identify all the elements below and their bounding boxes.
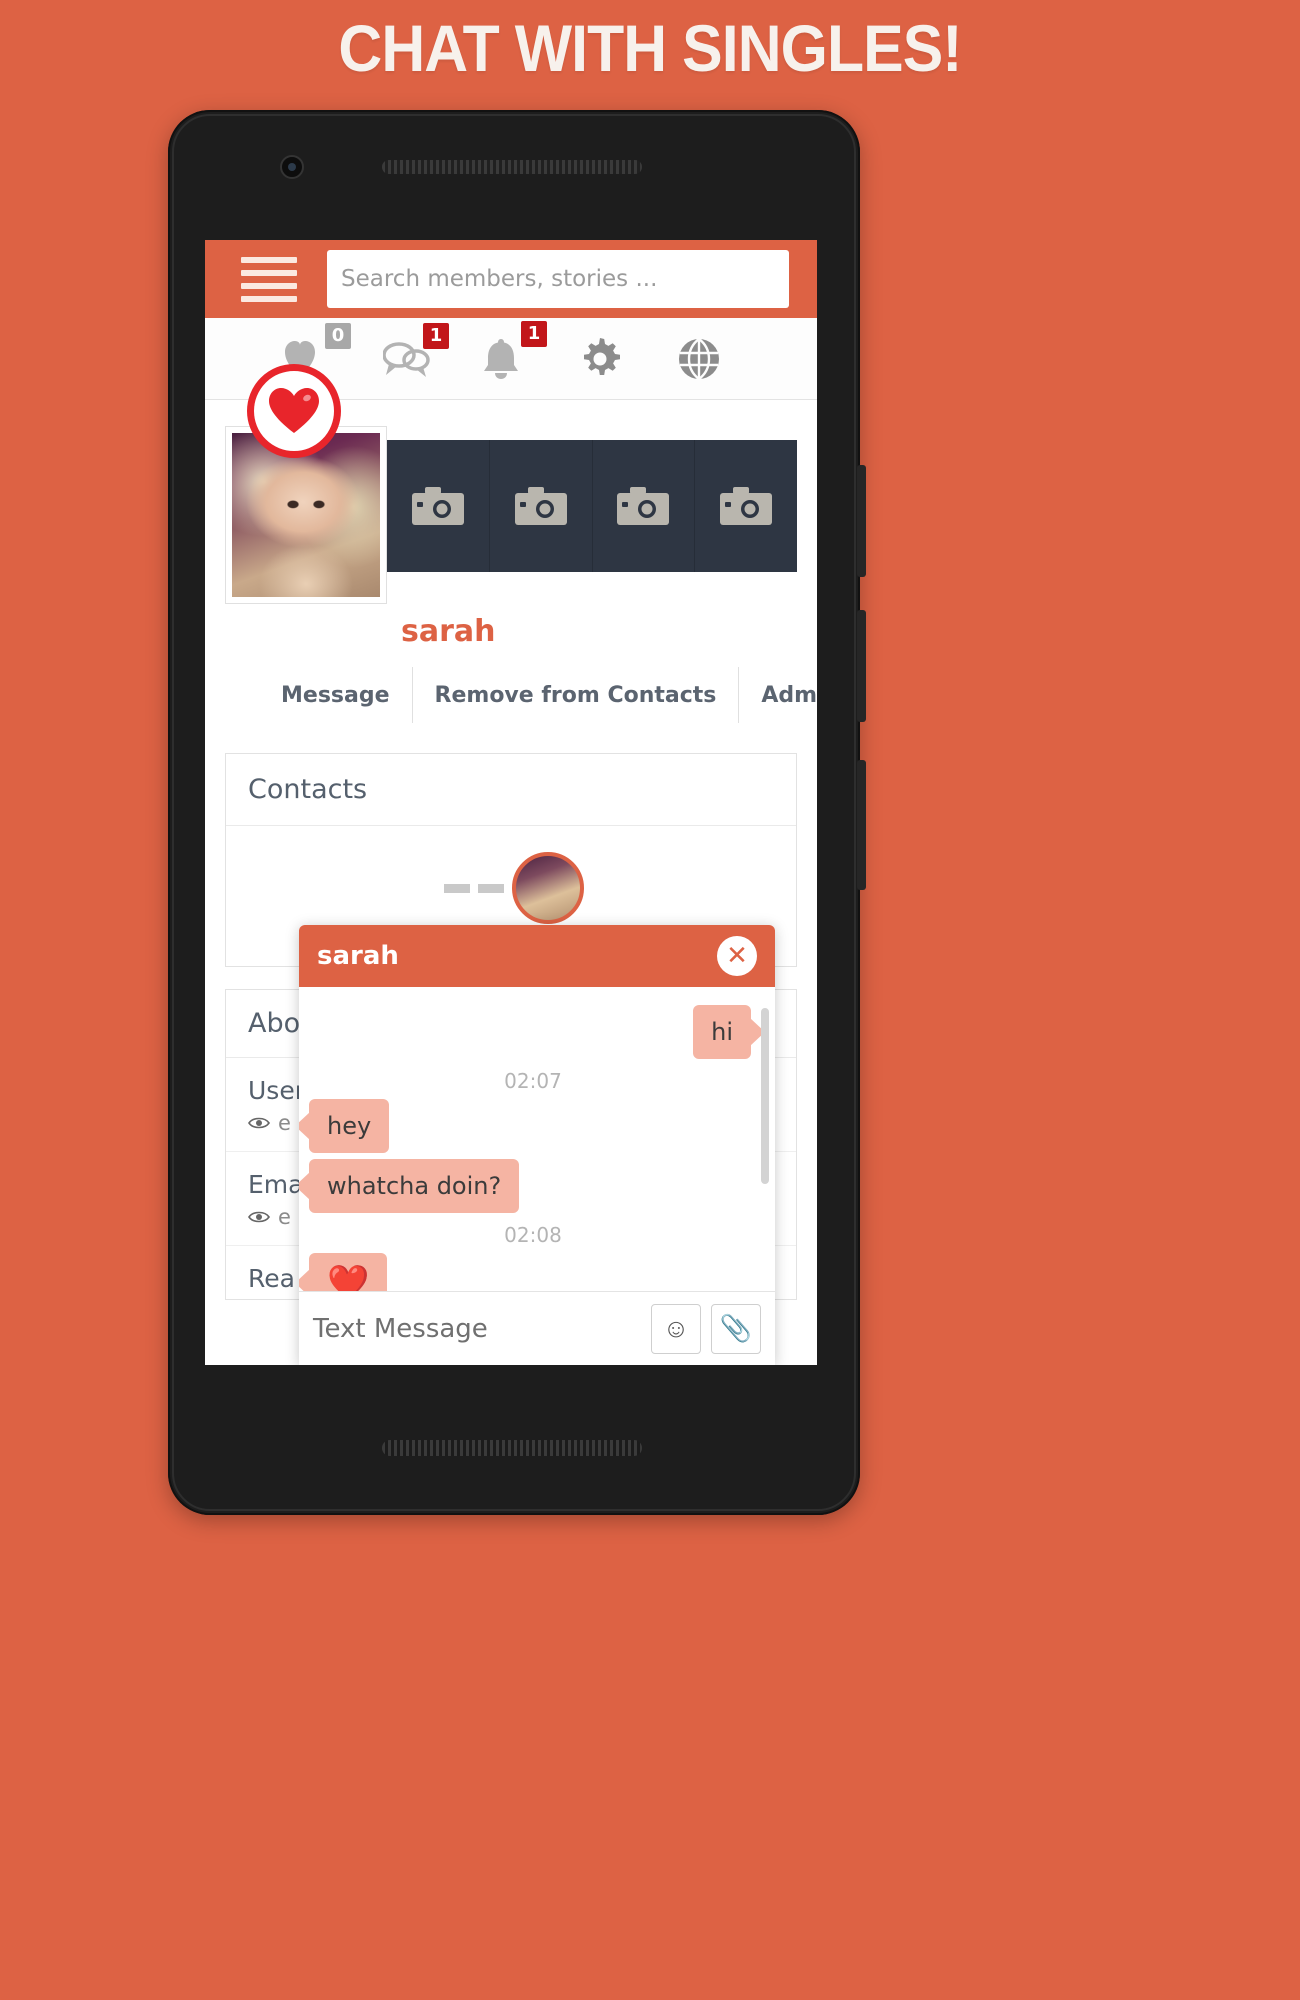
profile-photo: [232, 433, 380, 597]
toolbar-item-network[interactable]: [677, 336, 775, 381]
chat-timestamp: 02:07: [504, 1069, 562, 1093]
profile-action-bar: Message Remove from Contacts Admin Tools…: [281, 667, 817, 723]
messages-badge: 1: [423, 322, 449, 349]
chat-timestamp: 02:08: [504, 1223, 562, 1247]
bottom-speaker: [382, 1440, 642, 1456]
chat-message-list: hi 02:07 hey whatcha doin? 02:08 ❤️: [299, 987, 775, 1291]
favorite-heart-badge[interactable]: [247, 364, 341, 458]
remove-from-contacts-button[interactable]: Remove from Contacts: [413, 667, 740, 723]
chat-bubble-incoming: whatcha doin?: [309, 1159, 520, 1213]
eye-icon: [248, 1117, 270, 1129]
photo-thumbnail[interactable]: [489, 440, 593, 572]
toolbar-item-notifications[interactable]: 1: [481, 320, 579, 381]
photo-thumbnails: [387, 440, 797, 572]
chat-message-row: whatcha doin?: [309, 1159, 757, 1213]
about-row-sub-text: e: [278, 1205, 291, 1229]
app-header: Search members, stories ...: [205, 240, 817, 318]
search-input[interactable]: Search members, stories ...: [327, 250, 789, 308]
power-button[interactable]: [857, 760, 866, 890]
chat-title: sarah: [317, 941, 399, 971]
chat-scrollbar-thumb[interactable]: [761, 1008, 769, 1185]
profile-name-row: sarah: [401, 614, 797, 649]
emoji-icon[interactable]: ☺: [651, 1303, 701, 1354]
heart-icon: [269, 388, 319, 433]
chat-bubble-incoming-emoji: ❤️: [309, 1253, 388, 1291]
gear-icon: [584, 337, 620, 375]
chat-message-input[interactable]: Text Message: [313, 1314, 641, 1344]
hamburger-icon[interactable]: [241, 256, 297, 302]
page-title: CHAT WITH SINGLES!: [338, 11, 962, 85]
eye-icon: [248, 1211, 270, 1223]
camera-icon: [720, 487, 773, 525]
profile-username: sarah: [401, 614, 496, 649]
search-placeholder: Search members, stories ...: [341, 266, 658, 292]
chat-messages-area[interactable]: hi 02:07 hey whatcha doin? 02:08 ❤️: [299, 987, 775, 1291]
profile-section: sarah Message Remove from Contacts Admin…: [205, 364, 817, 723]
photo-thumbnail[interactable]: [695, 440, 797, 572]
chat-message-row: hi: [309, 1005, 757, 1059]
camera-icon: [514, 487, 567, 525]
contacts-panel-title: Contacts: [226, 754, 796, 826]
volume-down-button[interactable]: [857, 610, 866, 722]
earpiece-speaker: [382, 160, 642, 174]
front-camera-icon: [280, 155, 304, 179]
toolbar-item-messages[interactable]: 1: [383, 322, 481, 379]
camera-icon: [411, 487, 464, 525]
chat-scrollbar[interactable]: [761, 997, 769, 1281]
chat-message-row: ❤️: [309, 1253, 757, 1291]
phone-device: Search members, stories ... 0 1 1 sarah …: [168, 110, 866, 1515]
placeholder-bar: [444, 883, 470, 893]
chat-bubble-incoming: hey: [309, 1099, 390, 1153]
chat-input-bar: Text Message ☺ 📎: [299, 1291, 775, 1365]
likes-badge: 0: [325, 322, 351, 349]
admin-tools-button[interactable]: Admin Tools: [739, 667, 817, 723]
chat-bubble-outgoing: hi: [693, 1005, 751, 1059]
globe-icon: [679, 336, 719, 381]
about-row-sub-text: e: [278, 1111, 291, 1135]
photo-thumbnail[interactable]: [592, 440, 696, 572]
attach-icon[interactable]: 📎: [711, 1303, 761, 1354]
volume-up-button[interactable]: [857, 465, 866, 577]
phone-screen: Search members, stories ... 0 1 1 sarah …: [205, 240, 817, 1365]
heart-emoji-icon: ❤️: [327, 1263, 370, 1291]
bell-icon: [484, 338, 518, 379]
contact-avatar[interactable]: [512, 852, 584, 924]
close-icon[interactable]: ✕: [717, 936, 757, 976]
notifications-badge: 1: [521, 320, 547, 347]
camera-icon: [617, 487, 670, 525]
message-button[interactable]: Message: [281, 667, 413, 723]
list-item[interactable]: [444, 852, 584, 924]
chat-popup: sarah ✕ hi 02:07 hey whatcha doin? 02:08: [299, 925, 775, 1365]
chat-header: sarah ✕: [299, 925, 775, 987]
placeholder-bar: [478, 883, 504, 893]
toolbar-item-settings[interactable]: [579, 337, 677, 380]
chat-message-row: hey: [309, 1099, 757, 1153]
photo-thumbnail[interactable]: [387, 440, 490, 572]
